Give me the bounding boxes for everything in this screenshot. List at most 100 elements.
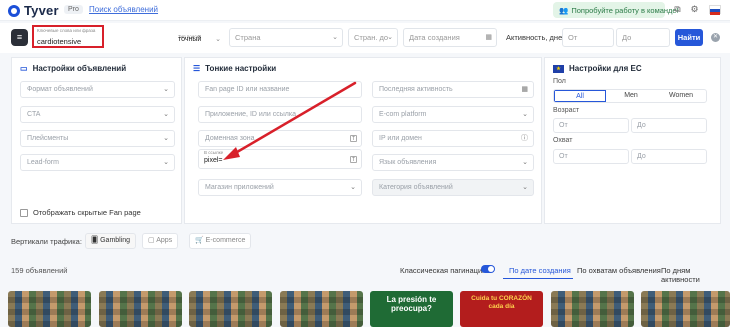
age-from-input[interactable]: От — [553, 118, 629, 133]
logo-text: Tyver — [24, 3, 59, 18]
link-contains-value: pixel= — [204, 157, 223, 164]
clear-icon[interactable]: ✕ — [711, 33, 720, 42]
keyword-value: cardiotensive — [37, 37, 82, 46]
cards-icon: 🂠 — [91, 237, 101, 244]
ad-thumbnails: La presión te preocupa? Cuida tu CORAZÓN… — [8, 291, 730, 327]
vertical-gambling-chip[interactable]: 🂠 Gambling — [85, 233, 137, 249]
sort-active-underline — [503, 278, 573, 279]
show-hidden-checkbox[interactable] — [20, 208, 28, 217]
ad-thumbnail[interactable]: La presión te preocupa? — [370, 291, 453, 327]
country-to-placeholder: Стран. до — [354, 33, 389, 42]
calendar-icon: ▦ — [521, 86, 528, 93]
keyword-field[interactable]: Ключевые слова или фраза cardiotensive — [32, 25, 104, 48]
chevron-down-icon: ⌄ — [522, 184, 528, 191]
ad-category-select[interactable]: Категория объявлений ⌄ — [372, 179, 534, 196]
chevron-down-icon: ⌄ — [163, 159, 169, 166]
chevron-down-icon: ⌄ — [387, 34, 393, 41]
results-count: 159 объявлений — [11, 266, 68, 275]
ad-thumbnail[interactable] — [641, 291, 730, 327]
reach-from-input[interactable]: От — [553, 149, 629, 164]
ec-settings-header: ★ Настройки для ЕС — [553, 64, 642, 73]
app-input[interactable]: Приложение, ID или ссылка — [198, 106, 362, 123]
age-to-input[interactable]: До — [631, 118, 707, 133]
thumbnail-headline-highlight: CORAZÓN — [498, 295, 532, 302]
reach-label: Охват — [553, 137, 573, 144]
fan-page-input[interactable]: Fan page ID или название — [198, 81, 362, 98]
logo[interactable]: Tyver — [8, 3, 59, 18]
keyword-label: Ключевые слова или фраза — [37, 28, 96, 33]
sort-by-activity-days[interactable]: По дням активности — [661, 266, 730, 284]
top-bar: Tyver Pro Поиск объявлений 👥 Попробуйте … — [0, 0, 730, 21]
ads-search-link[interactable]: Поиск объявлений — [89, 5, 158, 14]
country-to-select[interactable]: Стран. до ⌄ — [348, 28, 398, 47]
vertical-ecommerce-chip[interactable]: 🛒 E-commerce — [189, 233, 252, 249]
app-store-select[interactable]: Магазин приложений ⌄ — [198, 179, 362, 196]
team-promo-button[interactable]: 👥 Попробуйте работу в команде! — [553, 2, 679, 18]
activity-from-placeholder: От — [568, 33, 578, 42]
gender-label: Пол — [553, 78, 566, 85]
sort-by-reach[interactable]: По охватам объявления — [577, 266, 661, 275]
ad-thumbnail[interactable] — [189, 291, 272, 327]
domain-zone-input[interactable]: Доменная зона T — [198, 130, 362, 147]
thumbnail-headline: La presión te preocupa? — [386, 295, 437, 313]
sliders-icon: ☰ — [193, 64, 201, 73]
country-select[interactable]: Страна ⌄ — [229, 28, 343, 47]
fine-settings-header: ☰ Тонкие настройки — [193, 64, 276, 73]
vertical-apps-label: Apps — [156, 237, 173, 244]
placements-placeholder: Плейсменты — [27, 135, 69, 142]
age-range: От До — [553, 118, 707, 133]
menu-logo-icon[interactable]: ≡ — [11, 29, 28, 46]
copy-icon[interactable]: ⧉ — [672, 4, 683, 15]
search-button[interactable]: Найти — [675, 29, 703, 46]
last-activity-placeholder: Последняя активность — [379, 86, 453, 93]
pro-badge: Pro — [64, 5, 83, 14]
domain-zone-placeholder: Доменная зона — [205, 135, 255, 142]
ad-settings-panel: ▭ Настройки объявлений Формат объявлений… — [11, 57, 182, 224]
ad-language-select[interactable]: Язык объявления ⌄ — [372, 154, 534, 171]
activity-to-input[interactable]: До — [616, 28, 670, 47]
chevron-down-icon: ⌄ — [163, 111, 169, 118]
ecom-platform-select[interactable]: E-com platform ⌄ — [372, 106, 534, 123]
country-placeholder: Страна — [235, 33, 261, 42]
placements-select[interactable]: Плейсменты ⌄ — [20, 130, 175, 147]
activity-from-input[interactable]: От — [562, 28, 614, 47]
ec-settings-title: Настройки для ЕС — [569, 64, 642, 73]
reach-to-input[interactable]: До — [631, 149, 707, 164]
ad-thumbnail[interactable] — [8, 291, 91, 327]
last-activity-field[interactable]: Последняя активность ▦ — [372, 81, 534, 98]
gender-men-option[interactable]: Men — [606, 90, 656, 102]
cta-placeholder: CTA — [27, 111, 41, 118]
activity-label: Активность, дней — [506, 33, 567, 42]
gender-women-option[interactable]: Women — [656, 90, 706, 102]
chevron-down-icon: ⌄ — [163, 135, 169, 142]
info-icon: ⓘ — [521, 135, 528, 142]
fan-page-placeholder: Fan page ID или название — [205, 86, 290, 93]
text-icon: T — [350, 135, 357, 142]
app-placeholder: Приложение, ID или ссылка — [205, 111, 296, 118]
ad-thumbnail[interactable] — [99, 291, 182, 327]
pagination-toggle[interactable] — [481, 265, 495, 273]
ad-thumbnail[interactable] — [551, 291, 634, 327]
sort-by-date[interactable]: По дате создания — [509, 266, 571, 275]
ip-domain-input[interactable]: IP или домен ⓘ — [372, 130, 534, 147]
ad-thumbnail[interactable]: Cuida tu CORAZÓN cada día — [460, 291, 543, 327]
search-row: ≡ Ключевые слова или фраза cardiotensive… — [0, 23, 730, 53]
created-date-field[interactable]: Дата создания ▦ — [403, 28, 497, 47]
search-type-select[interactable]: Тип поиска точный ⌄ — [174, 28, 225, 47]
cta-select[interactable]: CTA ⌄ — [20, 106, 175, 123]
gear-icon[interactable]: ⚙ — [689, 4, 700, 15]
thumbnail-headline-line1: Cuida tu — [471, 295, 498, 302]
monitor-icon: ▭ — [20, 64, 28, 73]
vertical-gambling-label: Gambling — [100, 237, 131, 244]
eu-flag-icon: ★ — [553, 64, 564, 73]
gender-toggle: All Men Women — [553, 89, 707, 103]
russian-flag-icon[interactable] — [709, 5, 721, 15]
ad-thumbnail[interactable] — [280, 291, 363, 327]
ad-format-select[interactable]: Формат объявлений ⌄ — [20, 81, 175, 98]
vertical-apps-chip[interactable]: ▢ Apps — [142, 233, 179, 249]
app-store-placeholder: Магазин приложений — [205, 184, 274, 191]
show-hidden-fanpage-option[interactable]: Отображать скрытые Fan page — [20, 208, 141, 217]
link-contains-input[interactable]: В ссылке pixel= T — [198, 149, 362, 169]
lead-form-select[interactable]: Lead-form ⌄ — [20, 154, 175, 171]
gender-all-option[interactable]: All — [554, 90, 606, 102]
